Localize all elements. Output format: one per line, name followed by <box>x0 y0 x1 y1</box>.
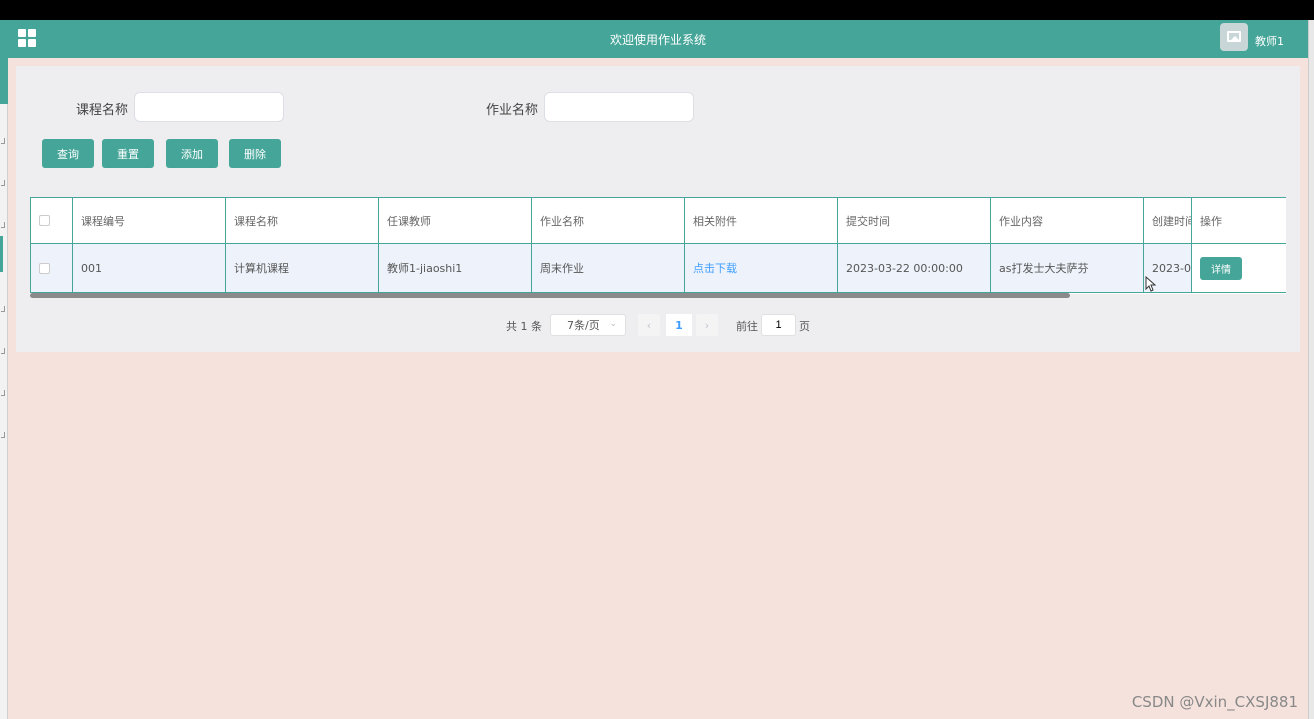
watermark: CSDN @Vxin_CXSJ881 <box>1131 693 1298 711</box>
goto-label: 前往 <box>736 320 758 333</box>
app-frame: 欢迎使用作业系统 教师1 课程名称 作业名称 查询 重置 添加 删除 课程编号 … <box>0 20 1314 719</box>
top-navbar: 欢迎使用作业系统 教师1 <box>8 20 1308 58</box>
col-header: 作业内容 <box>990 197 1144 244</box>
row-select-cell[interactable] <box>30 243 73 293</box>
page-title: 欢迎使用作业系统 <box>609 33 706 47</box>
page-size-select[interactable]: 7条/页 ⌄ <box>550 314 626 336</box>
page-size-value: 7条/页 <box>567 319 600 332</box>
side-menu-collapsed <box>0 20 8 719</box>
pagination-current-page[interactable]: 1 <box>666 314 692 336</box>
reset-button[interactable]: 重置 <box>102 139 154 168</box>
mouse-cursor-icon <box>1145 275 1157 296</box>
chevron-left-icon[interactable]: ‹ <box>638 314 660 336</box>
cell-teacher: 教师1-jiaoshi1 <box>378 243 532 293</box>
col-header: 创建时间 <box>1143 197 1192 244</box>
col-header: 课程编号 <box>72 197 226 244</box>
chevron-right-icon[interactable]: › <box>696 314 718 336</box>
select-all-checkbox[interactable] <box>39 215 50 226</box>
table-header-row: 课程编号 课程名称 任课教师 作业名称 相关附件 提交时间 作业内容 创建时间 … <box>30 197 1286 244</box>
course-name-input[interactable] <box>134 92 284 122</box>
detail-button[interactable]: 详情 <box>1200 256 1242 280</box>
right-scroll-edge <box>1308 20 1314 719</box>
homework-name-label: 作业名称 <box>486 103 539 118</box>
add-button[interactable]: 添加 <box>166 139 218 168</box>
cell-attachment: 点击下载 <box>684 243 838 293</box>
chevron-right-icon[interactable] <box>1 306 5 312</box>
goto-page-input[interactable] <box>761 314 796 336</box>
cell-content: as打发士大夫萨芬 <box>990 243 1144 293</box>
delete-button[interactable]: 删除 <box>229 139 281 168</box>
chevron-right-icon[interactable] <box>1 138 5 144</box>
chevron-down-icon: ⌄ <box>609 319 617 329</box>
chevron-right-icon[interactable] <box>1 222 5 228</box>
chevron-right-icon[interactable] <box>1 348 5 354</box>
cell-homework-name: 周末作业 <box>531 243 685 293</box>
chevron-right-icon[interactable] <box>1 432 5 438</box>
col-header: 相关附件 <box>684 197 838 244</box>
cell-course-no: 001 <box>72 243 226 293</box>
image-icon <box>1227 31 1241 42</box>
homework-table: 课程编号 课程名称 任课教师 作业名称 相关附件 提交时间 作业内容 创建时间 … <box>30 197 1286 294</box>
chevron-right-icon[interactable] <box>1 180 5 186</box>
goto-suffix: 页 <box>799 320 810 333</box>
cell-actions: 详情 <box>1191 243 1286 293</box>
chevron-right-icon[interactable] <box>1 390 5 396</box>
table-row: 001 计算机课程 教师1-jiaoshi1 周末作业 点击下载 2023-03… <box>30 243 1286 293</box>
download-link[interactable]: 点击下载 <box>693 262 737 275</box>
cell-submit-time: 2023-03-22 00:00:00 <box>837 243 991 293</box>
row-checkbox[interactable] <box>39 262 50 274</box>
username[interactable]: 教师1 <box>1255 33 1284 49</box>
col-header: 任课教师 <box>378 197 532 244</box>
col-header: 提交时间 <box>837 197 991 244</box>
course-name-label: 课程名称 <box>76 103 129 118</box>
main-panel: 课程名称 作业名称 查询 重置 添加 删除 课程编号 课程名称 任课教师 作业名… <box>16 66 1300 352</box>
col-header: 作业名称 <box>531 197 685 244</box>
side-menu-accent <box>0 20 8 104</box>
avatar[interactable] <box>1220 23 1248 51</box>
table-horizontal-scrollbar[interactable] <box>30 293 1070 298</box>
query-button[interactable]: 查询 <box>42 139 94 168</box>
col-header: 课程名称 <box>225 197 379 244</box>
select-all-cell[interactable] <box>30 197 73 244</box>
cell-course-name: 计算机课程 <box>225 243 379 293</box>
pagination-total: 共 1 条 <box>506 320 542 333</box>
side-menu-active-marker <box>0 236 3 272</box>
homework-name-input[interactable] <box>544 92 694 122</box>
col-header-actions: 操作 <box>1191 197 1286 244</box>
